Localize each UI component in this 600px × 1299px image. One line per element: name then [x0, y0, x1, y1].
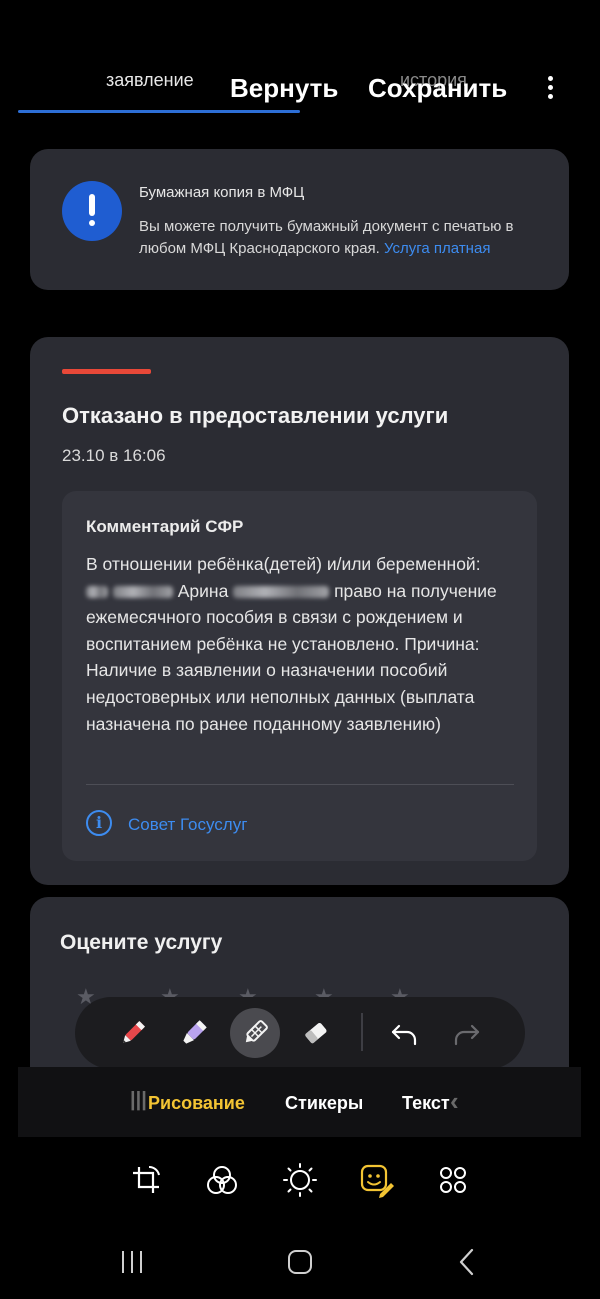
tab-label-application[interactable]: заявление: [106, 70, 194, 91]
redacted-name-part: [112, 585, 173, 598]
ghost-recents-icon: |||: [130, 1089, 147, 1111]
filters-icon[interactable]: [202, 1160, 242, 1200]
mosaic-pen-icon[interactable]: [230, 1008, 280, 1058]
save-button[interactable]: Сохранить: [368, 73, 507, 104]
brightness-icon[interactable]: [280, 1160, 320, 1200]
redacted-name-part: [86, 585, 108, 598]
redo-icon[interactable]: [441, 1008, 491, 1058]
more-tools-icon[interactable]: [433, 1160, 473, 1200]
name-fragment: Арина: [177, 580, 229, 601]
recents-nav-icon[interactable]: [112, 1242, 152, 1282]
tab-underline: [18, 110, 300, 113]
paid-service-link[interactable]: Услуга платная: [384, 240, 490, 257]
back-nav-icon[interactable]: [448, 1242, 488, 1282]
advice-link[interactable]: Совет Госуслуг: [128, 815, 247, 835]
mode-drawing[interactable]: Рисование: [148, 1093, 245, 1114]
status-title: Отказано в предоставлении услуги: [62, 403, 449, 428]
highlighter-icon[interactable]: [169, 1008, 219, 1058]
redacted-name-part: [233, 585, 330, 598]
mfc-card-title: Бумажная копия в МФЦ: [139, 184, 305, 201]
mode-stickers[interactable]: Стикеры: [285, 1093, 363, 1114]
undo-icon[interactable]: [380, 1008, 430, 1058]
eraser-icon[interactable]: [291, 1008, 341, 1058]
status-indicator-bar: [62, 369, 151, 374]
comment-text: В отношении ребёнка(детей) и/или беремен…: [86, 551, 522, 737]
info-icon[interactable]: i: [86, 810, 112, 836]
mfc-card-text: Вы можете получить бумажный документ с п…: [139, 216, 539, 260]
status-date: 23.10 в 16:06: [62, 446, 166, 465]
revert-button[interactable]: Вернуть: [230, 73, 338, 104]
more-options-icon[interactable]: [538, 72, 562, 106]
comment-line-1: В отношении ребёнка(детей) и/или беремен…: [86, 554, 481, 574]
sticker-draw-icon[interactable]: [356, 1160, 396, 1200]
crop-rotate-icon[interactable]: [126, 1160, 166, 1200]
ghost-back-icon: ‹: [450, 1086, 459, 1116]
comment-divider: [86, 784, 514, 785]
mode-text[interactable]: Текст: [402, 1093, 450, 1114]
home-nav-icon[interactable]: [280, 1242, 320, 1282]
comment-title: Комментарий СФР: [86, 517, 244, 536]
comment-rest: право на получение ежемесячного пособия …: [86, 580, 497, 734]
pen-icon[interactable]: [108, 1008, 158, 1058]
rating-title: Оцените услугу: [60, 931, 223, 954]
toolbar-divider: [361, 1013, 363, 1051]
alert-icon: [62, 181, 122, 241]
